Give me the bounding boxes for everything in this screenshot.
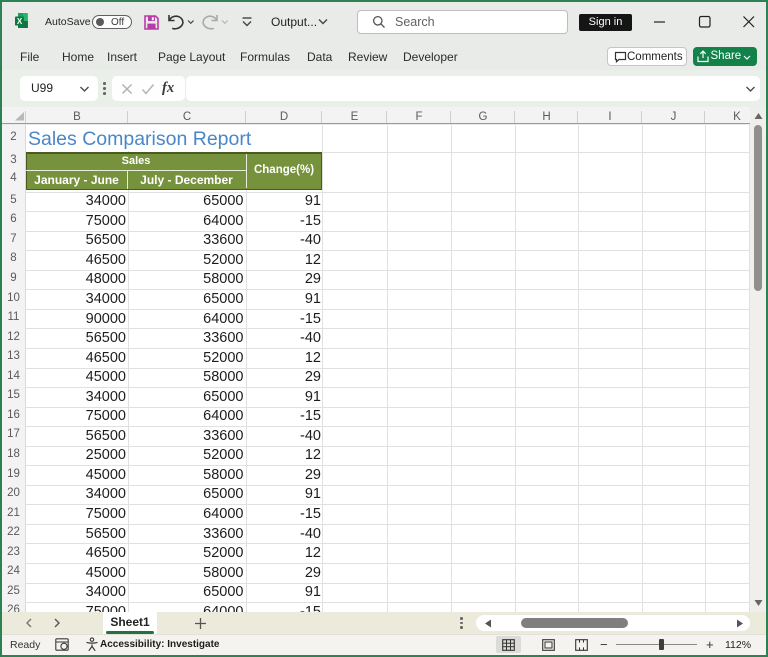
svg-text:X: X — [17, 17, 23, 26]
